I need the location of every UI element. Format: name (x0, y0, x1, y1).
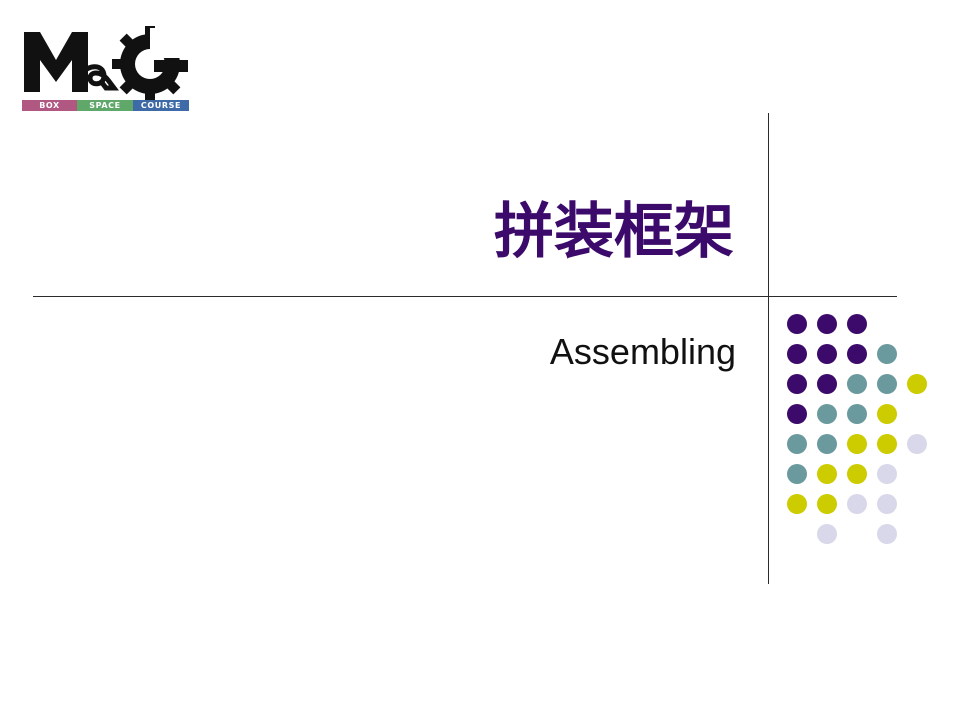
dot-lavender (907, 434, 927, 454)
dot-purple (787, 404, 807, 424)
dot-lavender (877, 494, 897, 514)
dot-teal (847, 374, 867, 394)
dot-yellow (907, 374, 927, 394)
dot-purple (847, 314, 867, 334)
decorative-dot-grid (787, 314, 937, 554)
dot-purple (817, 344, 837, 364)
mg-logo: BOX SPACE COURSE (22, 24, 190, 112)
dot-purple (817, 374, 837, 394)
logo-tagline-bar: BOX SPACE COURSE (22, 100, 189, 111)
dot-yellow (877, 404, 897, 424)
dot-lavender (817, 524, 837, 544)
dot-purple (847, 344, 867, 364)
dot-lavender (877, 524, 897, 544)
dot-purple (787, 344, 807, 364)
dot-purple (787, 374, 807, 394)
dot-teal (787, 464, 807, 484)
dot-yellow (847, 434, 867, 454)
dot-teal (787, 434, 807, 454)
slide-title: 拼装框架 (494, 197, 734, 267)
dot-yellow (847, 464, 867, 484)
horizontal-divider (33, 296, 897, 297)
dot-purple (787, 314, 807, 334)
dot-teal (877, 344, 897, 364)
dot-lavender (877, 464, 897, 484)
slide-subtitle: Assembling (549, 331, 736, 372)
dot-yellow (787, 494, 807, 514)
dot-yellow (817, 494, 837, 514)
dot-yellow (817, 464, 837, 484)
logo-tag-box: BOX (22, 100, 77, 111)
dot-yellow (877, 434, 897, 454)
logo-tag-course: COURSE (133, 100, 189, 111)
dot-teal (817, 434, 837, 454)
dot-purple (817, 314, 837, 334)
mg-logo-mark (24, 26, 190, 100)
logo-tag-space: SPACE (77, 100, 133, 111)
dot-teal (817, 404, 837, 424)
dot-lavender (847, 494, 867, 514)
dot-teal (847, 404, 867, 424)
dot-teal (877, 374, 897, 394)
vertical-divider (768, 113, 769, 584)
